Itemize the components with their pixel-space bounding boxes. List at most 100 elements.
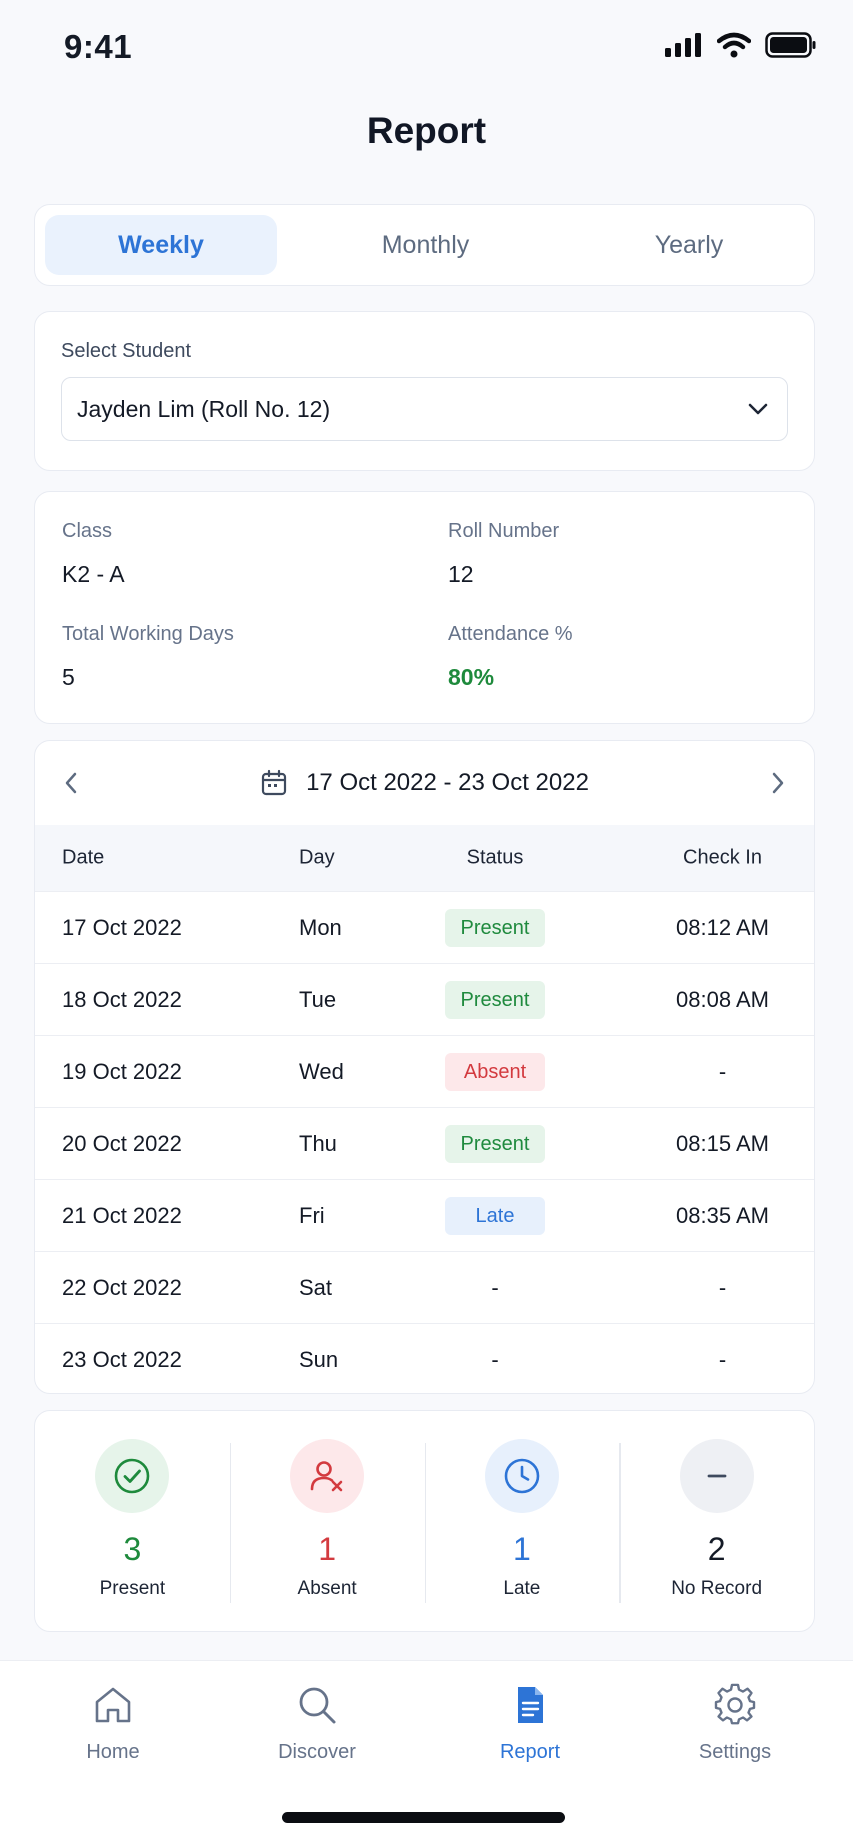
present-count: 3 bbox=[123, 1531, 142, 1567]
select-student-label: Select Student bbox=[61, 340, 192, 362]
absent-icon-circle bbox=[290, 1439, 365, 1513]
weekly-attendance-table: 17 Oct 2022 - 23 Oct 2022 Date Day Statu… bbox=[34, 740, 815, 1394]
nav-settings[interactable]: Settings bbox=[655, 1683, 815, 1764]
row-date: 17 Oct 2022 bbox=[62, 914, 182, 940]
row-status: - bbox=[491, 1346, 499, 1372]
nav-home-label: Home bbox=[86, 1741, 140, 1763]
row-check-in: - bbox=[718, 1346, 727, 1372]
nav-report[interactable]: Report bbox=[450, 1683, 610, 1764]
table-row: 23 Oct 2022 Sun - - bbox=[35, 1323, 814, 1393]
calendar-icon bbox=[261, 769, 287, 796]
row-status: Absent bbox=[445, 1052, 545, 1091]
cellular-signal-icon bbox=[665, 33, 701, 57]
working-days-value: 5 bbox=[62, 664, 75, 690]
row-check-in: 08:15 AM bbox=[676, 1130, 769, 1156]
roll-number-value: 12 bbox=[448, 561, 474, 587]
status-badge: Present bbox=[445, 908, 545, 947]
home-icon bbox=[95, 1687, 131, 1723]
summary-absent: 1 Absent bbox=[229, 1411, 425, 1631]
table-row: 21 Oct 2022 Fri Late 08:35 AM bbox=[35, 1179, 814, 1251]
row-day: Fri bbox=[299, 1202, 325, 1228]
status-badge: Present bbox=[445, 980, 545, 1019]
week-range-label: 17 Oct 2022 - 23 Oct 2022 bbox=[306, 769, 589, 796]
late-label: Late bbox=[503, 1578, 541, 1599]
chevron-right-icon bbox=[772, 772, 784, 794]
row-status: Late bbox=[445, 1196, 545, 1235]
no-record-icon-circle bbox=[679, 1439, 754, 1513]
search-icon bbox=[299, 1687, 336, 1724]
nav-settings-label: Settings bbox=[698, 1741, 772, 1763]
row-day: Mon bbox=[299, 914, 342, 940]
row-check-in: - bbox=[718, 1058, 727, 1084]
nav-home[interactable]: Home bbox=[33, 1683, 193, 1764]
attendance-percent-label: Attendance % bbox=[448, 623, 573, 645]
row-date: 22 Oct 2022 bbox=[62, 1274, 182, 1300]
table-row: 20 Oct 2022 Thu Present 08:15 AM bbox=[35, 1107, 814, 1179]
late-count: 1 bbox=[512, 1531, 531, 1567]
row-date: 20 Oct 2022 bbox=[62, 1130, 182, 1156]
column-header-check-in: Check In bbox=[683, 846, 762, 869]
previous-week-button[interactable] bbox=[55, 767, 87, 799]
nav-discover-label: Discover bbox=[278, 1741, 356, 1763]
row-status: Present bbox=[445, 1124, 545, 1163]
row-check-in: 08:08 AM bbox=[676, 986, 769, 1012]
row-date: 21 Oct 2022 bbox=[62, 1202, 182, 1228]
row-status: Present bbox=[445, 908, 545, 947]
nav-report-label: Report bbox=[499, 1741, 561, 1763]
status-badge: Absent bbox=[445, 1052, 545, 1091]
tab-weekly[interactable]: Weekly bbox=[45, 215, 277, 275]
column-header-status: Status bbox=[466, 846, 524, 869]
battery-icon bbox=[765, 32, 816, 58]
row-status: - bbox=[491, 1274, 499, 1300]
chevron-left-icon bbox=[65, 772, 77, 794]
row-date: 23 Oct 2022 bbox=[62, 1346, 182, 1372]
gear-icon bbox=[714, 1683, 756, 1725]
row-day: Sun bbox=[299, 1346, 339, 1372]
week-navigator: 17 Oct 2022 - 23 Oct 2022 bbox=[35, 741, 814, 825]
absent-count: 1 bbox=[318, 1531, 337, 1567]
status-badge: Late bbox=[445, 1196, 545, 1235]
column-header-date: Date bbox=[62, 846, 105, 869]
table-header: Date Day Status Check In bbox=[35, 825, 814, 891]
clock-icon bbox=[504, 1458, 540, 1494]
row-day: Thu bbox=[299, 1130, 337, 1156]
present-icon-circle bbox=[95, 1439, 170, 1513]
row-date: 18 Oct 2022 bbox=[62, 986, 182, 1012]
check-circle-icon bbox=[115, 1458, 150, 1494]
row-check-in: - bbox=[718, 1274, 727, 1300]
status-bar: 9:41 bbox=[0, 0, 853, 96]
home-indicator bbox=[282, 1812, 565, 1823]
minus-icon bbox=[707, 1474, 727, 1478]
period-segmented-control: Weekly Monthly Yearly bbox=[34, 204, 815, 286]
class-label: Class bbox=[62, 520, 113, 542]
nav-discover[interactable]: Discover bbox=[237, 1683, 397, 1764]
present-label: Present bbox=[99, 1578, 166, 1599]
row-day: Sat bbox=[299, 1274, 333, 1300]
row-check-in: 08:35 AM bbox=[676, 1202, 769, 1228]
report-document-icon bbox=[518, 1687, 543, 1723]
page-title: Report bbox=[366, 110, 487, 151]
summary-late: 1 Late bbox=[424, 1411, 620, 1631]
next-week-button[interactable] bbox=[762, 767, 794, 799]
no-record-count: 2 bbox=[707, 1531, 726, 1567]
absent-label: Absent bbox=[297, 1578, 357, 1599]
roll-number-label: Roll Number bbox=[448, 520, 560, 542]
row-day: Wed bbox=[299, 1058, 344, 1084]
row-day: Tue bbox=[299, 986, 337, 1012]
tab-monthly[interactable]: Monthly bbox=[277, 215, 574, 275]
student-info-card: Class K2 - A Roll Number 12 Total Workin… bbox=[34, 491, 815, 724]
attendance-percent-value: 80% bbox=[448, 664, 495, 690]
tab-yearly[interactable]: Yearly bbox=[574, 215, 804, 275]
table-body: 17 Oct 2022 Mon Present 08:12 AM 18 Oct 2022… bbox=[35, 891, 814, 1393]
row-check-in: 08:12 AM bbox=[676, 914, 769, 940]
select-student-card: Select Student Jayden Lim (Roll No. 12) bbox=[34, 311, 815, 471]
column-header-day: Day bbox=[299, 846, 335, 869]
working-days-label: Total Working Days bbox=[62, 623, 234, 645]
class-value: K2 - A bbox=[62, 561, 125, 587]
late-icon-circle bbox=[484, 1439, 559, 1513]
chevron-down-icon bbox=[748, 403, 768, 415]
student-dropdown[interactable]: Jayden Lim (Roll No. 12) bbox=[61, 377, 788, 441]
status-time: 9:41 bbox=[64, 28, 133, 65]
summary-no-record: 2 No Record bbox=[619, 1411, 814, 1631]
table-row: 19 Oct 2022 Wed Absent - bbox=[35, 1035, 814, 1107]
